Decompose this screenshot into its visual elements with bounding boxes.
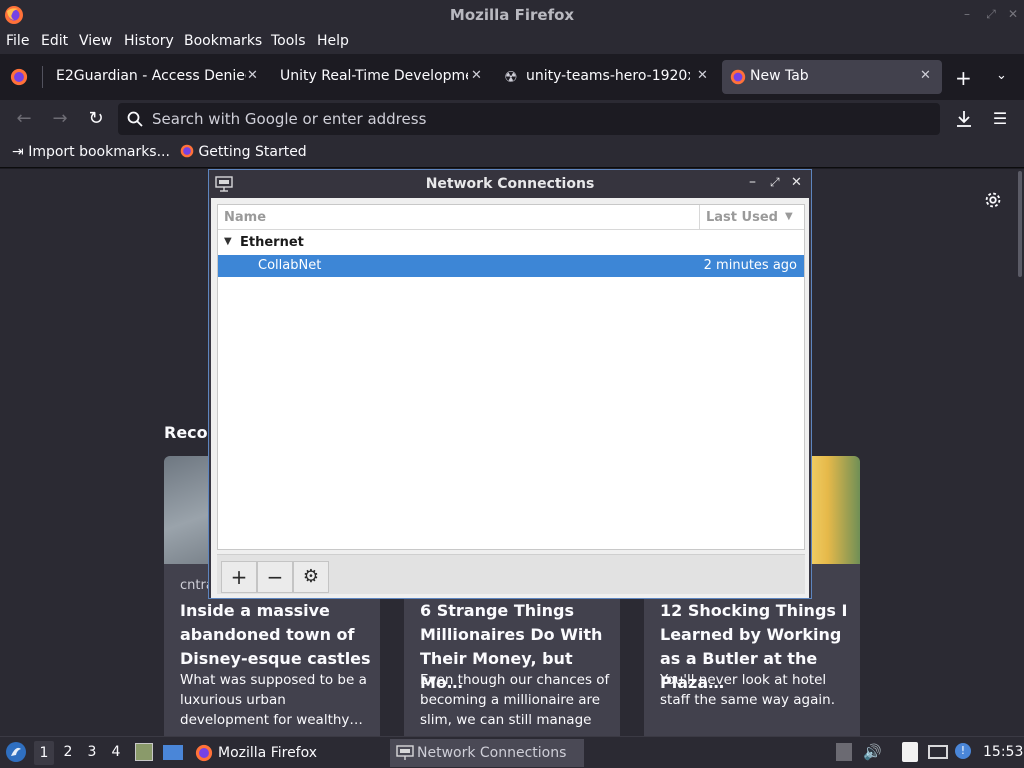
- scrollbar-thumb[interactable]: [1018, 171, 1022, 277]
- volume-icon[interactable]: 🔊: [863, 743, 882, 761]
- menu-history[interactable]: History: [124, 33, 174, 49]
- bookmarks-toolbar: ⇥ Import bookmarks... Getting Started: [0, 138, 1024, 168]
- bookmark-getting-started[interactable]: Getting Started: [180, 144, 307, 160]
- list-all-tabs-chevron-icon[interactable]: ⌄: [996, 68, 1007, 83]
- dialog-toolbar: + − ⚙: [217, 554, 805, 594]
- remove-connection-button[interactable]: −: [257, 561, 293, 593]
- bookmark-label: Import bookmarks...: [28, 144, 170, 160]
- connection-last-used: 2 minutes ago: [703, 258, 797, 273]
- story-excerpt: Even though our chances of becoming a mi…: [420, 672, 610, 736]
- connection-name: CollabNet: [258, 258, 322, 273]
- tab-label: E2Guardian - Access Denied: [56, 68, 246, 84]
- dialog-maximize-icon[interactable]: ⤢: [770, 175, 780, 190]
- search-icon: [127, 111, 143, 127]
- address-input[interactable]: [152, 103, 932, 135]
- close-tab-icon[interactable]: ✕: [247, 68, 258, 83]
- group-row-ethernet[interactable]: ▼ Ethernet: [218, 232, 804, 254]
- back-arrow-icon[interactable]: ←: [11, 106, 37, 132]
- column-header-last-used[interactable]: Last Used: [706, 210, 778, 225]
- url-bar[interactable]: [118, 103, 940, 135]
- menu-bar: File Edit View History Bookmarks Tools H…: [0, 30, 1024, 54]
- show-desktop-icon[interactable]: [163, 745, 183, 760]
- dialog-title: Network Connections: [425, 176, 595, 192]
- workspace-3[interactable]: 3: [82, 744, 102, 760]
- close-tab-icon[interactable]: ✕: [920, 68, 931, 83]
- workspace-1[interactable]: 1: [34, 741, 54, 765]
- connections-list[interactable]: Name Last Used ▼ ▼ Ethernet CollabNet 2 …: [217, 204, 805, 550]
- firefox-task-icon: [195, 744, 213, 762]
- radioactive-icon: ☢: [504, 68, 518, 86]
- tab-e2guardian[interactable]: E2Guardian - Access Denied ✕: [46, 60, 266, 94]
- import-icon: ⇥: [12, 144, 24, 160]
- menu-file[interactable]: File: [6, 33, 29, 49]
- menu-edit[interactable]: Edit: [41, 33, 68, 49]
- workspace-2[interactable]: 2: [58, 744, 78, 760]
- workspace-4[interactable]: 4: [106, 744, 126, 760]
- network-connections-dialog: Network Connections – ⤢ ✕ Name Last Used…: [208, 169, 812, 599]
- window-titlebar: Mozilla Firefox – ⤢ ✕: [0, 0, 1024, 30]
- minimize-icon[interactable]: –: [960, 7, 974, 21]
- dialog-titlebar[interactable]: Network Connections – ⤢ ✕: [209, 170, 811, 198]
- forward-arrow-icon[interactable]: →: [47, 106, 73, 132]
- task-label: Network Connections: [417, 745, 567, 761]
- tab-unity-realtime[interactable]: Unity Real-Time Developmen ✕: [270, 60, 492, 94]
- dialog-close-icon[interactable]: ✕: [791, 175, 802, 190]
- maximize-icon[interactable]: ⤢: [984, 7, 998, 21]
- tab-unity-teams-hero[interactable]: ☢ unity-teams-hero-1920x1 ✕: [496, 60, 718, 94]
- tab-new-tab[interactable]: New Tab ✕: [722, 60, 942, 94]
- task-firefox[interactable]: Mozilla Firefox: [190, 739, 390, 767]
- tab-label: unity-teams-hero-1920x1: [526, 68, 690, 84]
- connection-row[interactable]: CollabNet 2 minutes ago: [218, 255, 804, 277]
- close-window-icon[interactable]: ✕: [1006, 7, 1020, 21]
- clock[interactable]: 15:53: [983, 744, 1023, 760]
- tab-bar: E2Guardian - Access Denied ✕ Unity Real-…: [0, 54, 1024, 100]
- notification-icon[interactable]: !: [955, 743, 971, 759]
- close-tab-icon[interactable]: ✕: [471, 68, 482, 83]
- edit-connection-gear-button[interactable]: ⚙: [293, 561, 329, 593]
- menu-bookmarks[interactable]: Bookmarks: [184, 33, 262, 49]
- taskbar: 1 2 3 4 Mozilla Firefox Network Connecti…: [0, 736, 1024, 768]
- firefox-favicon-icon: [180, 144, 194, 158]
- reload-icon[interactable]: ↻: [83, 106, 109, 132]
- tab-label: Unity Real-Time Developmen: [280, 68, 468, 84]
- expander-down-icon[interactable]: ▼: [224, 236, 232, 247]
- new-tab-plus-icon[interactable]: +: [955, 66, 972, 90]
- story-excerpt: What was supposed to be a luxurious urba…: [180, 672, 367, 728]
- group-label: Ethernet: [240, 235, 304, 250]
- network-task-icon: [396, 745, 414, 760]
- tab-label: New Tab: [750, 68, 809, 84]
- add-connection-button[interactable]: +: [221, 561, 257, 593]
- dialog-minimize-icon[interactable]: –: [749, 174, 756, 190]
- story-excerpt: You'll never look at hotel staff the sam…: [660, 672, 835, 708]
- list-header: Name Last Used ▼: [218, 205, 804, 230]
- task-label: Mozilla Firefox: [218, 745, 318, 761]
- menu-view[interactable]: View: [79, 33, 112, 49]
- bookmark-label: Getting Started: [198, 144, 307, 160]
- tray-scroll-icon[interactable]: [836, 743, 852, 761]
- navigation-bar: ← → ↻ ☰: [0, 100, 1024, 138]
- network-status-icon[interactable]: [928, 745, 948, 759]
- column-header-name[interactable]: Name: [224, 210, 266, 225]
- start-menu-icon[interactable]: [5, 741, 27, 763]
- menu-tools[interactable]: Tools: [271, 33, 306, 49]
- firefox-favicon-icon: [730, 69, 746, 85]
- file-manager-icon[interactable]: [135, 743, 153, 761]
- task-network-connections[interactable]: Network Connections: [390, 739, 584, 767]
- firefox-view-icon[interactable]: [10, 68, 28, 86]
- downloads-icon[interactable]: [956, 110, 972, 128]
- dialog-body: Name Last Used ▼ ▼ Ethernet CollabNet 2 …: [211, 198, 809, 598]
- window-title: Mozilla Firefox: [449, 6, 575, 24]
- hamburger-menu-icon[interactable]: ☰: [987, 106, 1013, 132]
- story-title: Inside a massive abandoned town of Disne…: [180, 601, 371, 668]
- close-tab-icon[interactable]: ✕: [697, 68, 708, 83]
- menu-help[interactable]: Help: [317, 33, 349, 49]
- bookmark-import[interactable]: ⇥ Import bookmarks...: [12, 144, 170, 160]
- clipboard-icon[interactable]: [902, 742, 918, 762]
- sort-down-icon: ▼: [785, 211, 793, 222]
- settings-gear-icon[interactable]: [982, 189, 1004, 211]
